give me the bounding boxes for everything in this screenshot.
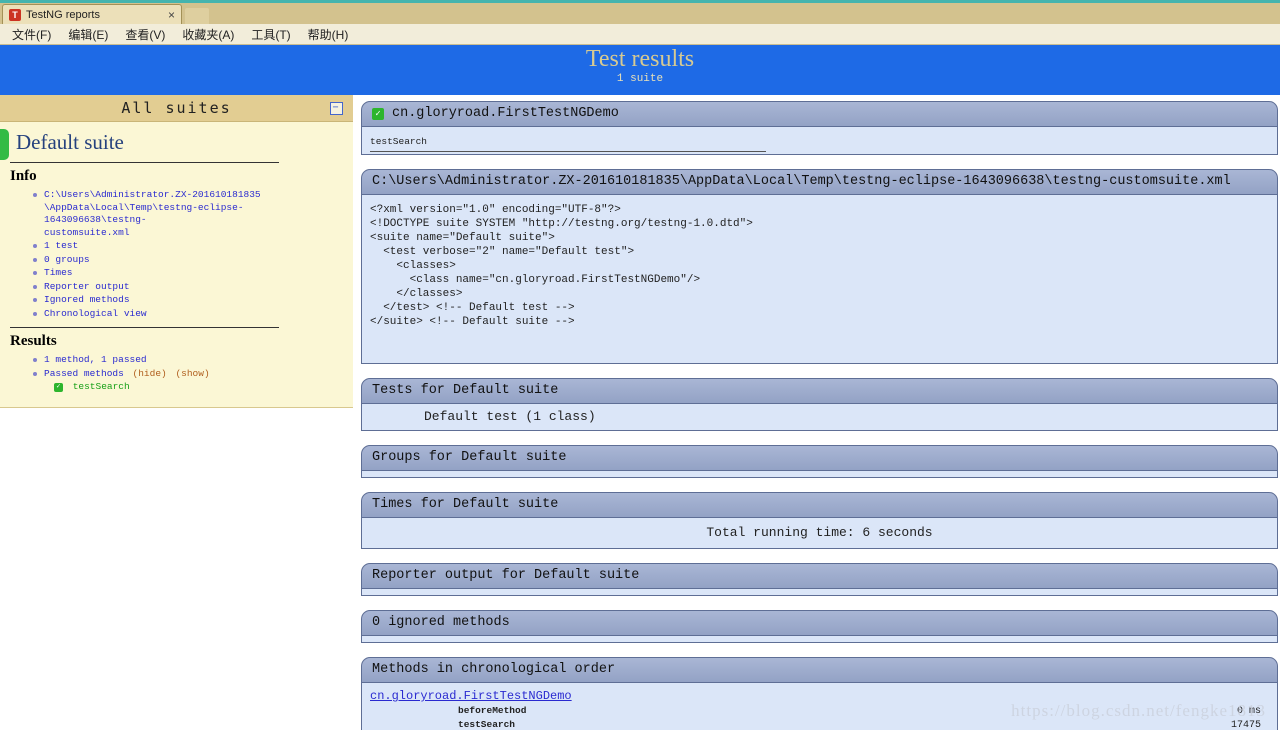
passed-methods-label: Passed methods [44,367,124,379]
results-banner: Test results 1 suite [0,45,1280,95]
suite-xml-header[interactable]: C:\Users\Administrator.ZX-201610181835\A… [361,169,1278,195]
chronological-header-label: Methods in chronological order [372,662,616,677]
suite-file-link[interactable]: C:\Users\Administrator.ZX-201610181835 [44,189,345,202]
reporter-output-header[interactable]: Reporter output for Default suite [361,563,1278,589]
panel-suite-xml: C:\Users\Administrator.ZX-201610181835\A… [361,169,1278,364]
groups-body [361,471,1278,478]
menu-view[interactable]: 查看(V) [125,26,165,43]
menu-tools[interactable]: 工具(T) [251,26,290,43]
tests-header[interactable]: Tests for Default suite [361,378,1278,404]
menu-help[interactable]: 帮助(H) [308,26,349,43]
times-header[interactable]: Times for Default suite [361,492,1278,518]
panel-reporter-output: Reporter output for Default suite [361,563,1278,596]
tab-close-icon[interactable]: × [168,8,175,22]
passed-test-item: ✓ testSearch [54,381,345,394]
panel-groups: Groups for Default suite [361,445,1278,478]
suite-file-item[interactable]: C:\Users\Administrator.ZX-201610181835 \… [33,189,345,240]
groups-header-label: Groups for Default suite [372,450,567,465]
all-suites-label: All suites [121,99,232,117]
method-name[interactable]: beforeMethod [458,705,526,716]
test-class-body: testSearch [361,127,1278,155]
method-name[interactable]: testSearch [458,719,515,730]
panel-ignored-methods: 0 ignored methods [361,610,1278,643]
default-test-label: Default test (1 class) [424,409,596,424]
times-body: Total running time: 6 seconds [361,518,1278,549]
info-list: C:\Users\Administrator.ZX-201610181835 \… [33,189,345,321]
info-link-chronological-view[interactable]: Chronological view [33,308,345,321]
panel-times: Times for Default suite Total running ti… [361,492,1278,549]
reporter-output-header-label: Reporter output for Default suite [372,568,640,583]
passed-methods-item: Passed methods (hide) (show) [33,367,345,381]
reporter-output-body [361,589,1278,596]
chronological-class-link[interactable]: cn.gloryroad.FirstTestNGDemo [370,689,572,703]
info-heading: Info [10,168,37,184]
divider [10,162,279,163]
times-header-label: Times for Default suite [372,497,559,512]
results-summary: 1 method, 1 passed [33,354,345,367]
report-content: All suites − Default suite Info C:\Users… [0,95,1280,730]
sidebar-header: All suites − [0,95,353,122]
groups-header[interactable]: Groups for Default suite [361,445,1278,471]
show-link[interactable]: (show) [175,368,209,379]
passed-check-icon: ✓ [372,107,384,120]
ignored-methods-body [361,636,1278,643]
method-time: 17475 [1230,720,1261,730]
total-running-time: Total running time: 6 seconds [706,525,933,540]
suite-xml-path: C:\Users\Administrator.ZX-201610181835\A… [372,174,1231,189]
passed-test-link[interactable]: testSearch [73,381,130,392]
tab-bar: T TestNG reports × [0,3,1280,24]
passed-check-icon: ✓ [54,383,63,392]
suite-count: 1 suite [616,73,664,85]
menu-bar: 文件(F) 编辑(E) 查看(V) 收藏夹(A) 工具(T) 帮助(H) [0,24,1280,45]
tests-body: Default test (1 class) [361,404,1278,431]
suite-file-link[interactable]: \AppData\Local\Temp\testng-eclipse-16430… [44,202,345,227]
page-title: Test results [585,46,695,72]
menu-favorites[interactable]: 收藏夹(A) [182,26,234,43]
info-link-reporter-output[interactable]: Reporter output [33,281,345,294]
menu-edit[interactable]: 编辑(E) [68,26,108,43]
panel-test-class: ✓ cn.gloryroad.FirstTestNGDemo testSearc… [361,101,1278,155]
test-class-name: cn.gloryroad.FirstTestNGDemo [392,106,619,121]
tab-title: TestNG reports [26,8,100,21]
browser-window: T TestNG reports × 文件(F) 编辑(E) 查看(V) 收藏夹… [0,0,1280,730]
tests-header-label: Tests for Default suite [372,383,559,398]
sidebar: All suites − Default suite Info C:\Users… [0,95,353,408]
suite-xml-code: <?xml version="1.0" encoding="UTF-8"?> <… [370,204,753,328]
testng-favicon: T [9,8,21,21]
results-heading: Results [10,333,57,349]
browser-tab[interactable]: T TestNG reports × [2,4,182,24]
suite-xml-body: <?xml version="1.0" encoding="UTF-8"?> <… [361,195,1278,364]
info-link-tests[interactable]: 1 test [33,240,345,253]
ignored-methods-header-label: 0 ignored methods [372,615,510,630]
info-link-times[interactable]: Times [33,267,345,280]
info-link-ignored-methods[interactable]: Ignored methods [33,294,345,307]
hide-link[interactable]: (hide) [133,368,167,379]
csdn-watermark: https://blog.csdn.net/fengke1813 [1011,701,1266,720]
test-method-link[interactable]: testSearch [370,136,766,152]
ignored-methods-header[interactable]: 0 ignored methods [361,610,1278,636]
suite-status-bar [0,129,9,160]
chronological-header[interactable]: Methods in chronological order [361,657,1278,683]
menu-file[interactable]: 文件(F) [12,26,51,43]
info-link-groups[interactable]: 0 groups [33,254,345,267]
results-list: 1 method, 1 passed Passed methods (hide)… [33,354,345,394]
main-report-area: ✓ cn.gloryroad.FirstTestNGDemo testSearc… [361,95,1278,730]
test-class-header[interactable]: ✓ cn.gloryroad.FirstTestNGDemo [361,101,1278,127]
collapse-all-icon[interactable]: − [330,102,343,115]
suite-summary-card: Default suite Info C:\Users\Administrato… [0,122,353,408]
suite-title[interactable]: Default suite [16,130,124,155]
new-tab-button[interactable] [185,8,209,24]
panel-tests: Tests for Default suite Default test (1 … [361,378,1278,431]
suite-file-link[interactable]: customsuite.xml [44,227,345,240]
divider [10,327,279,328]
